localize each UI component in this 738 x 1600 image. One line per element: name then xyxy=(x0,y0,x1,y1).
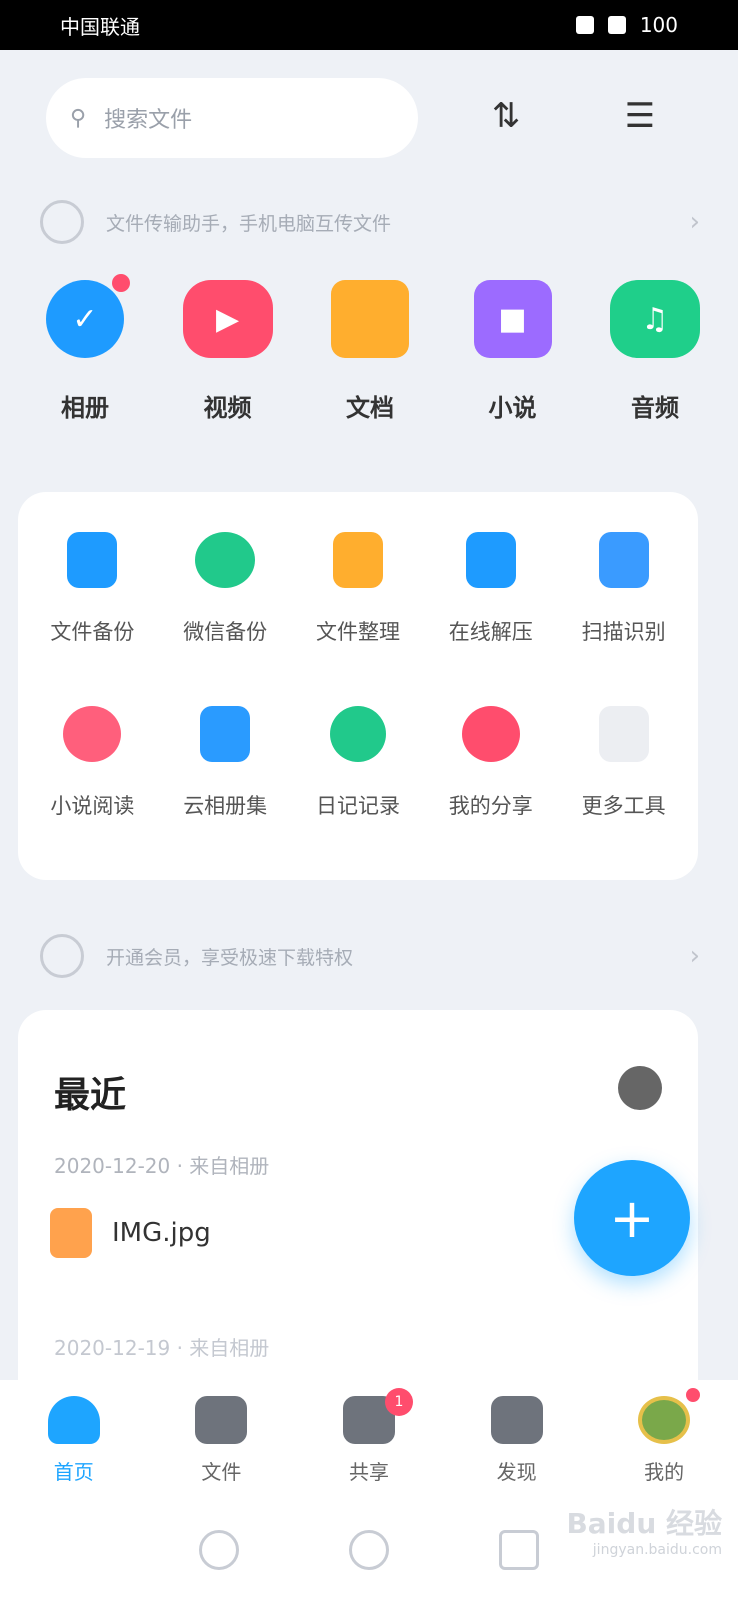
home-cloud-icon xyxy=(47,1395,100,1444)
scan-icon xyxy=(598,532,649,588)
avatar xyxy=(638,1395,691,1444)
folder-icon xyxy=(331,280,409,358)
tool-unzip[interactable]: 在线解压 xyxy=(424,532,557,646)
signal-icon xyxy=(575,16,594,34)
tool-file-backup[interactable]: 文件备份 xyxy=(26,532,159,646)
category-label: 相册 xyxy=(61,394,109,422)
tool-label: 我的分享 xyxy=(448,794,533,818)
transfer-icon[interactable]: ⇅ xyxy=(470,80,542,152)
notice-text: 文件传输助手，手机电脑互传文件 xyxy=(106,212,392,235)
search-icon: ⚲ xyxy=(70,105,87,131)
book-icon: ■ xyxy=(473,280,552,358)
notice-text: 开通会员，享受极速下载特权 xyxy=(106,946,354,969)
watermark-url: jingyan.baidu.com xyxy=(592,1542,722,1558)
tool-label: 更多工具 xyxy=(581,794,666,818)
category-row: ✓ 相册 ▶ 视频 文档 ■ 小说 ♫ 音频 xyxy=(20,274,720,440)
tools-grid: 文件备份 微信备份 文件整理 在线解压 扫描识别 小说阅读 云相册集 日记记录 xyxy=(26,532,690,820)
new-badge xyxy=(686,1387,701,1402)
tool-more[interactable]: 更多工具 xyxy=(557,706,690,820)
tool-novel[interactable]: 小说阅读 xyxy=(26,706,159,820)
category-label: 小说 xyxy=(488,394,537,422)
category-label: 音频 xyxy=(631,394,679,422)
notice-banner-mid[interactable]: 开通会员，享受极速下载特权 › xyxy=(40,926,700,986)
nav-label: 发现 xyxy=(496,1459,537,1484)
new-badge xyxy=(112,274,130,292)
recent-file-item[interactable]: IMG.jpg xyxy=(50,1208,211,1258)
tool-label: 文件备份 xyxy=(50,620,135,644)
watermark: Baidu 经验 jingyan.baidu.com xyxy=(552,1502,722,1558)
nav-label: 共享 xyxy=(348,1459,389,1484)
novel-icon xyxy=(63,706,122,762)
album-icon xyxy=(200,706,251,762)
category-label: 视频 xyxy=(203,394,252,422)
chevron-right-icon: › xyxy=(689,941,700,971)
nav-shared[interactable]: 1 共享 xyxy=(319,1387,419,1485)
nav-home[interactable]: 首页 xyxy=(24,1395,124,1485)
category-documents[interactable]: 文档 xyxy=(305,280,435,440)
wifi-icon xyxy=(607,16,626,34)
share-icon xyxy=(461,706,520,762)
video-icon: ▶ xyxy=(182,280,273,358)
category-novels[interactable]: ■ 小说 xyxy=(448,280,578,440)
nav-mine[interactable]: 我的 xyxy=(614,1387,714,1485)
audio-icon: ♫ xyxy=(610,280,700,358)
tool-diary[interactable]: 日记记录 xyxy=(292,706,425,820)
image-file-icon xyxy=(50,1208,92,1258)
search-input[interactable]: ⚲ 搜索文件 xyxy=(46,78,418,158)
recent-date: 2020-12-20 · 来自相册 xyxy=(54,1154,270,1178)
discover-icon xyxy=(490,1395,543,1444)
more-grid-icon xyxy=(598,706,649,762)
folder-icon xyxy=(195,1395,248,1444)
tool-file-organize[interactable]: 文件整理 xyxy=(292,532,425,646)
category-label: 文档 xyxy=(346,394,394,422)
tool-label: 日记记录 xyxy=(315,794,400,818)
nav-discover[interactable]: 发现 xyxy=(467,1395,567,1485)
recent-title: 最近 xyxy=(54,1075,127,1116)
status-icons: 100 xyxy=(575,13,678,37)
recent-date: 2020-12-19 · 来自相册 xyxy=(54,1336,270,1360)
tool-cloud-album[interactable]: 云相册集 xyxy=(159,706,292,820)
more-icon[interactable] xyxy=(618,1066,662,1110)
recents-icon[interactable] xyxy=(499,1530,539,1570)
file-backup-icon xyxy=(67,532,118,588)
zip-icon xyxy=(465,532,516,588)
menu-icon[interactable]: ☰ xyxy=(604,80,676,152)
tool-label: 小说阅读 xyxy=(50,794,135,818)
nav-label: 我的 xyxy=(644,1459,685,1484)
tool-label: 云相册集 xyxy=(183,794,268,818)
add-button[interactable]: + xyxy=(574,1160,690,1276)
wechat-icon xyxy=(195,532,256,588)
tools-panel: 文件备份 微信备份 文件整理 在线解压 扫描识别 小说阅读 云相册集 日记记录 xyxy=(18,492,698,880)
category-photos[interactable]: ✓ 相册 xyxy=(20,274,150,440)
nav-label: 文件 xyxy=(201,1459,242,1484)
tool-label: 扫描识别 xyxy=(581,620,666,644)
tool-my-share[interactable]: 我的分享 xyxy=(424,706,557,820)
bottom-nav: 首页 文件 1 共享 发现 我的 xyxy=(0,1380,738,1500)
tool-label: 微信备份 xyxy=(183,620,268,644)
file-name: IMG.jpg xyxy=(112,1218,211,1248)
tool-wechat-backup[interactable]: 微信备份 xyxy=(159,532,292,646)
tool-label: 在线解压 xyxy=(448,620,533,644)
clock-icon xyxy=(40,200,84,244)
home-icon[interactable] xyxy=(349,1530,389,1570)
status-bar: 中国联通 100 xyxy=(0,0,738,50)
notification-badge: 1 xyxy=(384,1387,413,1416)
nav-files[interactable]: 文件 xyxy=(171,1395,271,1485)
organize-icon xyxy=(332,532,383,588)
back-icon[interactable] xyxy=(199,1530,239,1570)
photos-icon: ✓ xyxy=(46,274,130,358)
category-videos[interactable]: ▶ 视频 xyxy=(163,280,293,440)
search-placeholder: 搜索文件 xyxy=(104,108,193,133)
notice-banner-top[interactable]: 文件传输助手，手机电脑互传文件 › xyxy=(40,192,700,252)
vip-icon xyxy=(40,934,84,978)
battery-label: 100 xyxy=(639,13,678,37)
chevron-right-icon: › xyxy=(689,207,700,237)
diary-icon xyxy=(329,706,386,762)
nav-label: 首页 xyxy=(53,1459,94,1484)
carrier-label: 中国联通 xyxy=(60,14,140,39)
tool-scan[interactable]: 扫描识别 xyxy=(557,532,690,646)
category-audio[interactable]: ♫ 音频 xyxy=(590,280,720,440)
tool-label: 文件整理 xyxy=(315,620,400,644)
watermark-text: Baidu 经验 xyxy=(566,1507,722,1540)
